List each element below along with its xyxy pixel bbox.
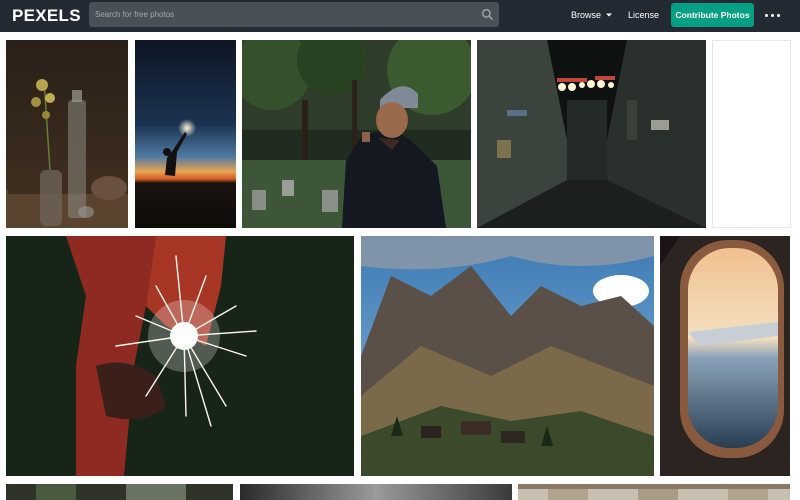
pexels-logo[interactable]: PEXELS	[12, 5, 81, 27]
photo-man-beanie[interactable]	[242, 40, 471, 228]
photo-sparkler-dusk[interactable]	[135, 40, 236, 228]
browse-label: Browse	[571, 10, 602, 20]
contribute-photos-button[interactable]: Contribute Photos	[671, 3, 754, 27]
license-link[interactable]: License	[628, 9, 659, 21]
search-box[interactable]	[89, 2, 499, 27]
top-navigation-bar: PEXELS Browse License Contribute Photos	[0, 0, 800, 32]
photo-mountain-valley[interactable]	[361, 236, 654, 476]
photo-still-life[interactable]	[6, 40, 128, 228]
chevron-down-icon	[606, 13, 613, 17]
search-icon[interactable]	[481, 8, 494, 21]
photo-blank-white[interactable]	[712, 40, 791, 228]
photo-row3-right[interactable]	[518, 484, 790, 500]
photo-row3-middle[interactable]	[240, 484, 512, 500]
photo-night-alley[interactable]	[477, 40, 706, 228]
photo-row3-left[interactable]	[6, 484, 233, 500]
photo-hand-sparkler[interactable]	[6, 236, 354, 476]
search-input[interactable]	[89, 2, 469, 27]
browse-menu[interactable]: Browse	[571, 9, 613, 21]
photo-airplane-window[interactable]	[660, 236, 790, 476]
more-icon[interactable]	[765, 10, 781, 20]
